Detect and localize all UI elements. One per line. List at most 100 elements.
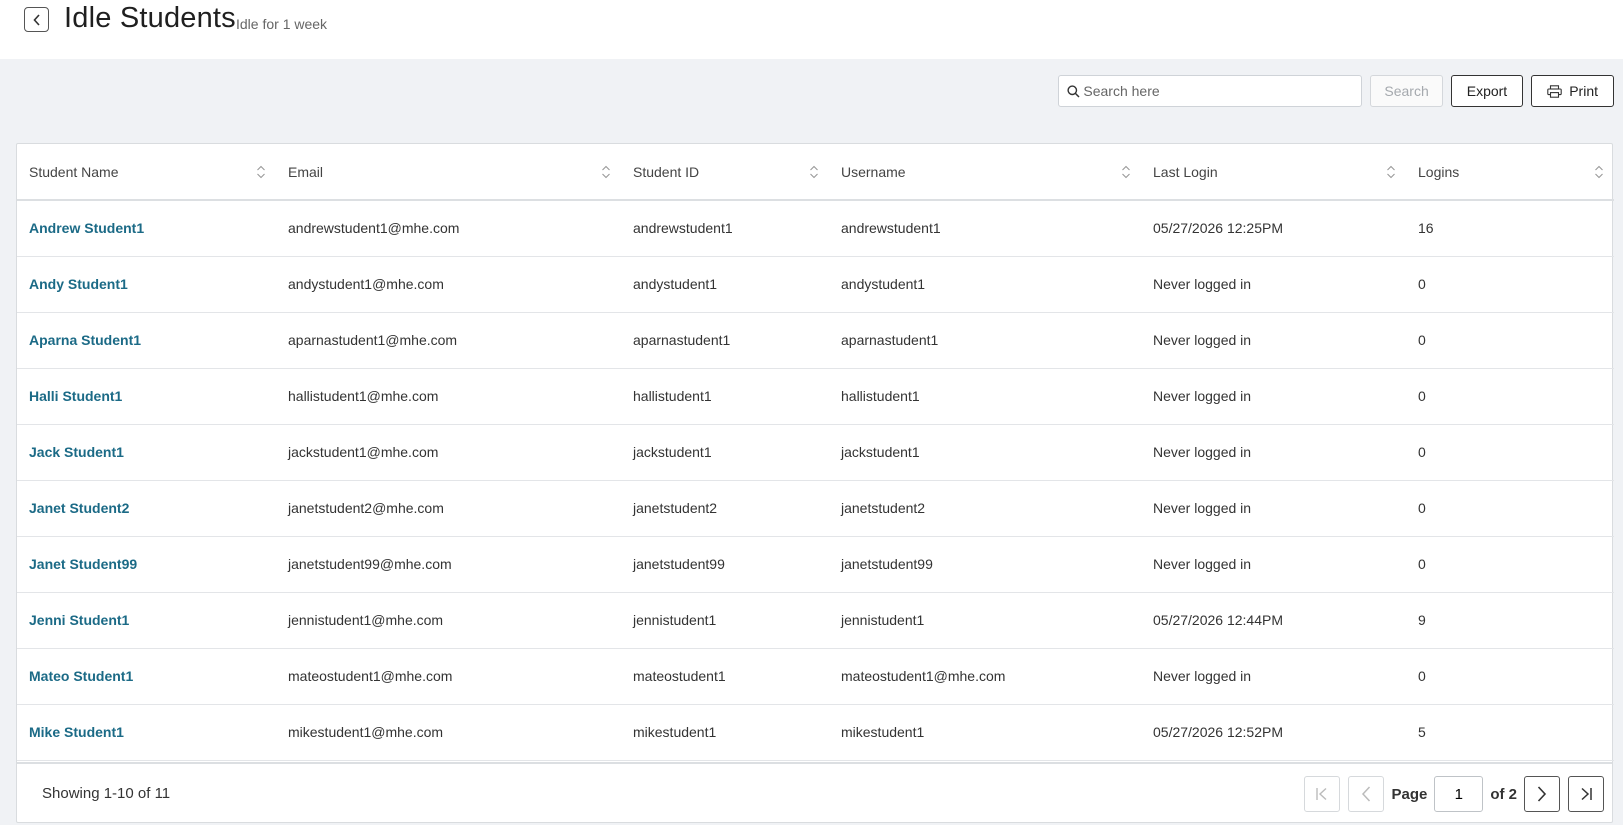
column-header-logins[interactable]: Logins [1406,144,1614,200]
table-row: Mateo Student1 mateostudent1@mhe.com mat… [17,648,1614,704]
page-subtitle: Idle for 1 week [236,16,328,32]
username-cell: andrewstudent1 [841,220,941,237]
table-row: Mike Student1 mikestudent1@mhe.com mikes… [17,704,1614,760]
table-row: Aparna Student1 aparnastudent1@mhe.com a… [17,312,1614,368]
student-id-cell: aparnastudent1 [633,332,731,348]
email-cell: janetstudent99@mhe.com [288,556,452,572]
page-label: Page [1391,785,1428,803]
last-page-button[interactable] [1568,776,1604,812]
student-name-link[interactable]: Jack Student1 [17,424,276,480]
username-cell: jackstudent1 [841,444,920,460]
student-name-link[interactable]: Aparna Student1 [17,312,276,368]
student-id-cell: mateostudent1 [633,668,726,684]
first-page-button[interactable] [1304,776,1341,812]
search-input[interactable] [1059,76,1362,106]
table-row: Janet Student2 janetstudent2@mhe.com jan… [17,480,1614,536]
search-icon [1067,85,1080,98]
print-label: Print [1569,83,1598,99]
email-cell: mateostudent1@mhe.com [288,668,453,684]
column-header-last-login[interactable]: Last Login [1141,144,1406,200]
page-number-input[interactable] [1434,776,1484,812]
student-name-link[interactable]: Halli Student1 [17,368,276,424]
student-name-link[interactable]: Jenni Student1 [17,592,276,648]
student-id-cell: jennistudent1 [633,612,717,628]
table-row: Janet Student99 janetstudent99@mhe.com j… [17,536,1614,592]
email-cell: janetstudent2@mhe.com [288,500,444,516]
logins-cell: 9 [1418,612,1426,628]
column-header-student-id[interactable]: Student ID [621,144,829,200]
student-id-cell: janetstudent2 [633,500,718,516]
column-header-username[interactable]: Username [829,144,1141,200]
email-cell: jackstudent1@mhe.com [288,444,439,460]
print-button[interactable]: Print [1531,75,1614,107]
page-title: Idle Students [64,2,236,34]
logins-cell: 0 [1418,668,1426,684]
last-page-icon [1581,787,1592,801]
students-table: Student Name Email Student ID Username L… [17,144,1614,761]
toolbar: Search Export Print [1058,75,1614,107]
username-cell: mateostudent1@mhe.com [841,668,1006,684]
back-button[interactable] [24,7,49,32]
table-footer: Showing 1-10 of 11 Page of 2 [17,762,1612,822]
student-name-link[interactable]: Mike Student1 [17,704,276,760]
logins-cell: 16 [1418,220,1434,237]
table-header-row: Student Name Email Student ID Username L… [17,144,1614,200]
previous-page-button[interactable] [1348,776,1385,812]
column-header-student-name[interactable]: Student Name [17,144,276,200]
pagination: Page of 2 [1304,776,1604,812]
student-id-cell: jackstudent1 [633,444,712,460]
logins-cell: 5 [1418,724,1426,740]
last-login-cell: Never logged in [1153,444,1252,460]
email-cell: aparnastudent1@mhe.com [288,332,458,348]
table-row: Andy Student1 andystudent1@mhe.com andys… [17,256,1614,312]
first-page-icon [1316,787,1327,801]
last-login-cell: 05/27/2026 12:25PM [1153,220,1283,237]
sort-icon [257,165,265,179]
student-name-link[interactable]: Janet Student99 [17,536,276,592]
logins-cell: 0 [1418,556,1426,572]
sort-icon [1122,165,1130,179]
export-button[interactable]: Export [1450,75,1524,107]
sort-icon [810,165,818,179]
export-label: Export [1466,83,1508,99]
student-name-link[interactable]: Janet Student2 [17,480,276,536]
table-row: Halli Student1 hallistudent1@mhe.com hal… [17,368,1614,424]
sort-icon [1387,165,1395,179]
last-login-cell: Never logged in [1153,388,1252,404]
last-login-cell: Never logged in [1153,668,1252,684]
username-cell: andystudent1 [841,276,926,292]
last-login-cell: Never logged in [1153,500,1252,516]
last-login-cell: 05/27/2026 12:52PM [1153,724,1283,740]
next-page-button[interactable] [1524,776,1560,812]
chevron-right-icon [1537,786,1547,802]
logins-cell: 0 [1418,500,1426,516]
students-table-card: Student Name Email Student ID Username L… [16,143,1614,823]
chevron-left-icon [32,13,40,26]
logins-cell: 0 [1418,444,1426,460]
table-row: Jenni Student1 jennistudent1@mhe.com jen… [17,592,1614,648]
logins-cell: 0 [1418,332,1426,348]
email-cell: hallistudent1@mhe.com [288,388,439,404]
username-cell: jennistudent1 [841,612,925,628]
last-login-cell: Never logged in [1153,332,1252,348]
student-name-link[interactable]: Andrew Student1 [17,200,276,256]
column-header-email[interactable]: Email [276,144,621,200]
sort-icon [602,165,610,179]
username-cell: mikestudent1 [841,724,925,740]
username-cell: hallistudent1 [841,388,920,404]
table-row: Jack Student1 jackstudent1@mhe.com jacks… [17,424,1614,480]
username-cell: janetstudent2 [841,500,926,516]
chevron-left-icon [1362,786,1371,802]
printer-icon [1547,84,1562,98]
email-cell: andystudent1@mhe.com [288,276,444,292]
student-name-link[interactable]: Andy Student1 [17,256,276,312]
search-button[interactable]: Search [1370,75,1443,107]
student-id-cell: andystudent1 [633,276,718,292]
email-cell: andrewstudent1@mhe.com [288,220,460,237]
student-name-link[interactable]: Mateo Student1 [17,648,276,704]
sort-icon [1595,165,1603,179]
last-login-cell: Never logged in [1153,556,1252,572]
last-login-cell: 05/27/2026 12:44PM [1153,612,1283,628]
student-id-cell: hallistudent1 [633,388,712,404]
student-id-cell: andrewstudent1 [633,220,733,237]
